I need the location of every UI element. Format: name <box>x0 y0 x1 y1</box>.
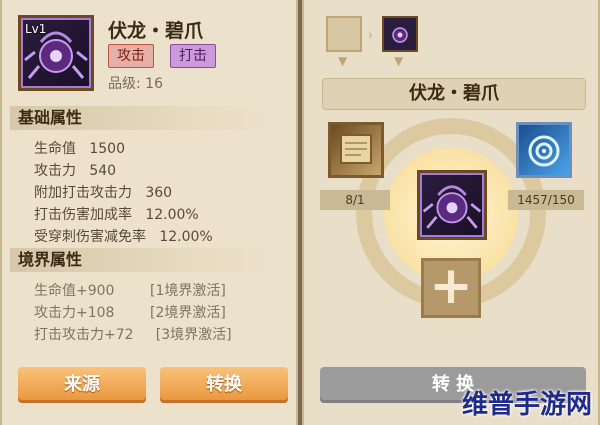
swirl-icon <box>528 135 560 167</box>
target-item-slot[interactable] <box>417 170 487 240</box>
realm-stat-2: 攻击力+108 [2境界激活] <box>34 305 226 321</box>
material-slot-1[interactable] <box>328 122 384 178</box>
item-icon-frame[interactable]: Lv1 <box>18 15 94 91</box>
stat-pierce-damage-reduction: 受穿刺伤害减免率 12.00% <box>34 229 213 245</box>
stat-hp: 生命值 1500 <box>34 141 125 157</box>
realm-stat-3: 打击攻击力+72 [3境界激活] <box>34 327 232 343</box>
watermark: 维普手游网 <box>461 390 592 420</box>
convert-panel: ▼ › ▼ 伏龙・碧爪 8/1 1457/150 + 转 换 <box>302 0 600 425</box>
source-button[interactable]: 来源 <box>18 367 146 403</box>
tag-attack: 攻击 <box>108 44 154 68</box>
stat-extra-strike-attack: 附加打击攻击力 360 <box>34 185 173 201</box>
claw-icon <box>24 31 88 79</box>
item-name: 伏龙・碧爪 <box>108 20 204 42</box>
tag-strike: 打击 <box>170 44 216 68</box>
empty-slot[interactable] <box>326 16 362 52</box>
material-1-count: 8/1 <box>320 190 390 210</box>
item-grade: 品级: 16 <box>108 76 163 92</box>
stat-strike-damage-bonus: 打击伤害加成率 12.00% <box>34 207 199 223</box>
stat-attack: 攻击力 540 <box>34 163 117 179</box>
convert-item-name: 伏龙・碧爪 <box>322 78 586 110</box>
add-material-button[interactable]: + <box>421 258 481 318</box>
realm-attributes-header: 境界属性 <box>10 248 288 272</box>
claw-icon <box>392 27 408 43</box>
slot-arrow-icon: ▼ <box>338 54 348 68</box>
realm-stat-1: 生命值+900 [1境界激活] <box>34 283 226 299</box>
convert-button[interactable]: 转换 <box>160 367 288 403</box>
basic-attributes-header: 基础属性 <box>10 106 288 130</box>
scroll-icon <box>340 134 372 164</box>
slot-arrow-icon: ▼ <box>394 54 404 68</box>
material-slot-2[interactable] <box>516 122 572 178</box>
item-detail-panel: Lv1 伏龙・碧爪 攻击 打击 品级: 16 基础属性 生命值 1500 攻击力… <box>0 0 298 425</box>
plus-icon: + <box>429 256 473 316</box>
small-item-slot[interactable] <box>382 16 418 52</box>
claw-icon <box>422 185 482 229</box>
chevron-right-icon: › <box>368 28 373 42</box>
material-2-count: 1457/150 <box>508 190 584 210</box>
